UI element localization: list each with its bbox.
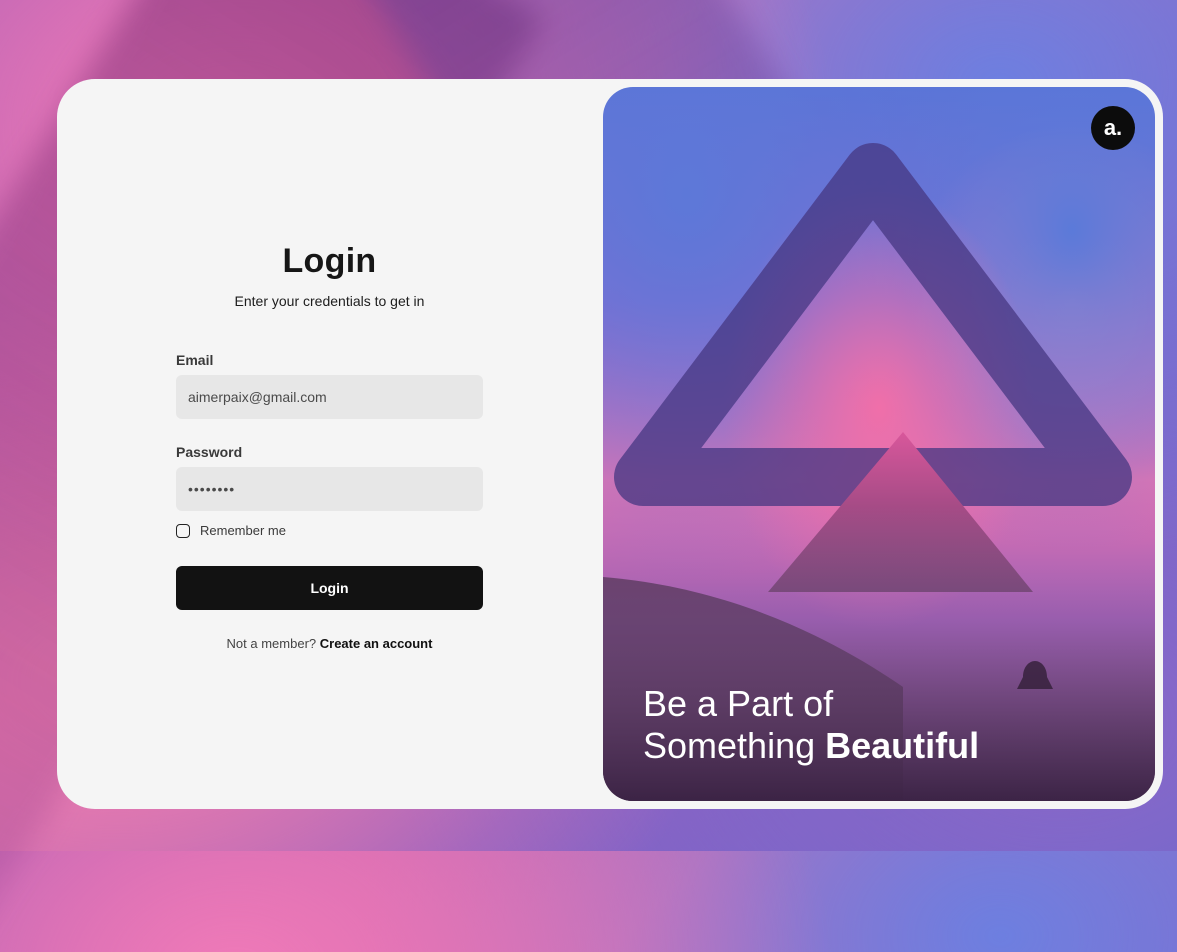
cloud-triangle-shape [614,143,1132,506]
tagline-line-1: Be a Part of [643,683,834,724]
tagline-line-2-prefix: Something [643,725,816,766]
email-label: Email [176,352,214,368]
remember-me-row: Remember me [176,523,286,538]
login-button[interactable]: Login [176,566,483,610]
password-field[interactable] [176,467,483,511]
login-panel: Login Enter your credentials to get in E… [57,79,602,809]
email-field[interactable] [176,375,483,419]
brand-logo[interactable]: a. [1091,106,1135,150]
hero-image-panel: a. Be a Part of Something Beautiful [603,87,1155,801]
password-label: Password [176,444,243,460]
remember-me-checkbox[interactable] [176,523,190,538]
login-title: Login [282,242,377,280]
signup-prompt-text: Not a member? [226,636,317,651]
remember-me-label: Remember me [200,523,286,538]
create-account-link[interactable]: Create an account [320,636,433,651]
login-card: Login Enter your credentials to get in E… [57,79,1163,809]
hero-tagline: Be a Part of Something Beautiful [643,683,979,767]
signup-prompt: Not a member? Create an account [57,636,602,651]
tagline-line-2: Something Beautiful [643,725,979,767]
tagline-line-2-bold: Beautiful [825,725,980,766]
login-subtitle: Enter your credentials to get in [234,293,425,309]
